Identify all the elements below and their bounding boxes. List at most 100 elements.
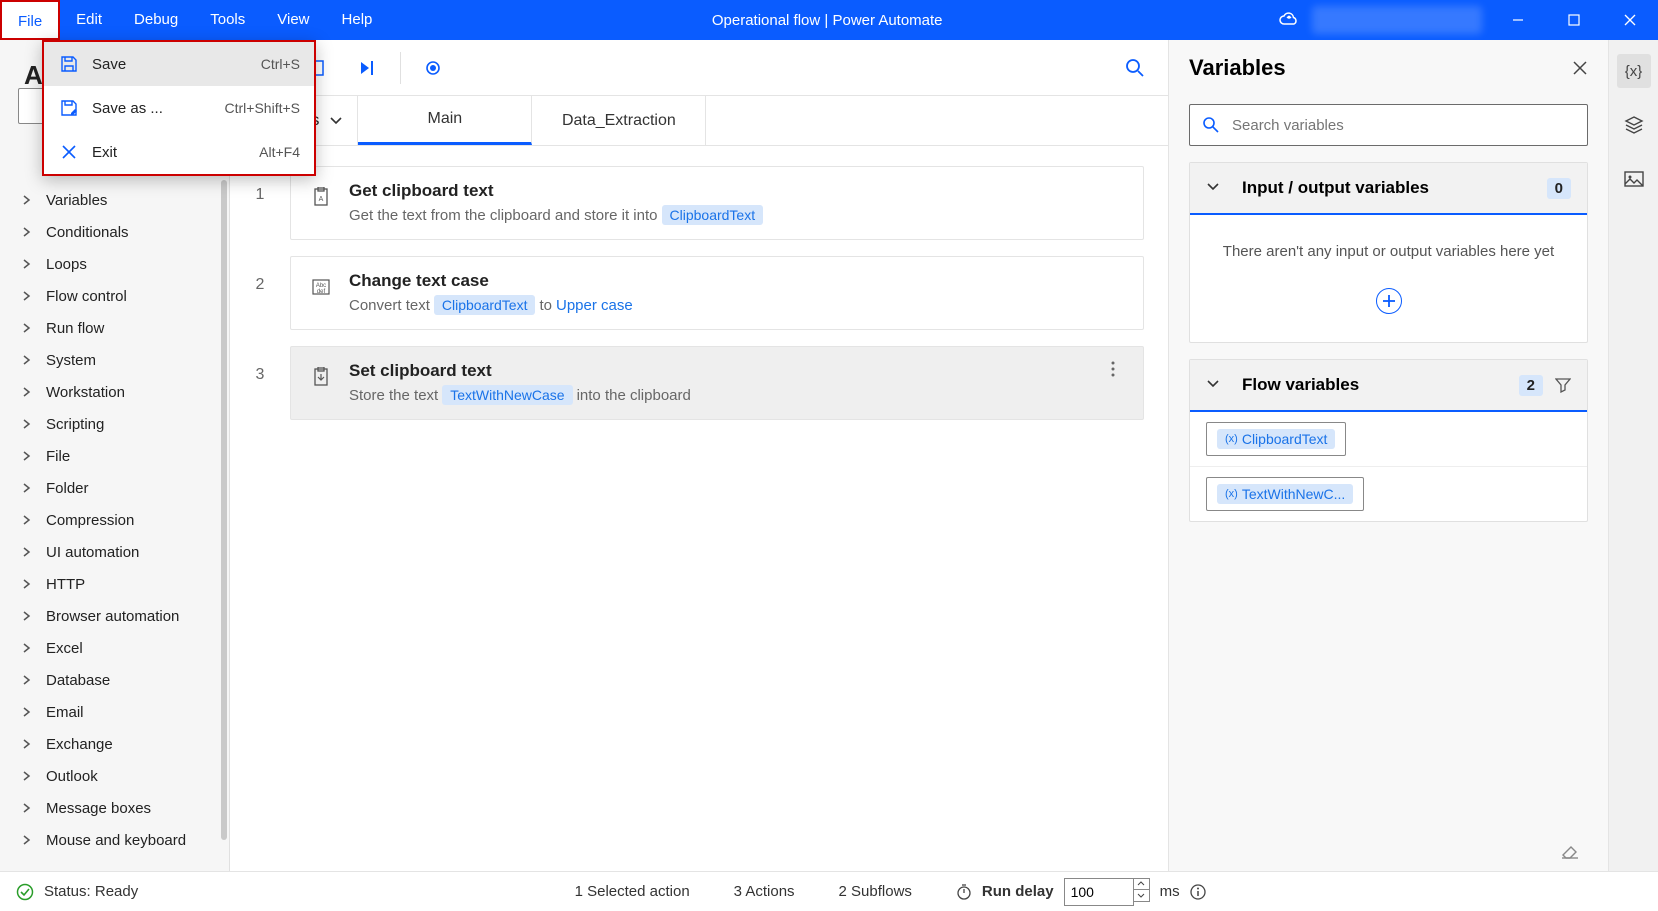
eraser-icon[interactable] [1560, 842, 1580, 860]
step-card[interactable]: Abcdef Change text case Convert text Cli… [290, 256, 1144, 330]
variables-search-input[interactable] [1232, 117, 1575, 134]
chevron-down-icon [1206, 180, 1222, 196]
tree-item[interactable]: Workstation [0, 376, 229, 408]
tree-item[interactable]: Outlook [0, 760, 229, 792]
tree-item[interactable]: Compression [0, 504, 229, 536]
chevron-right-icon [22, 771, 32, 781]
tree-item[interactable]: Flow control [0, 280, 229, 312]
chevron-right-icon [22, 579, 32, 589]
app-title: Operational flow | Power Automate [388, 12, 1266, 29]
chevron-down-icon [329, 114, 343, 128]
maximize-button[interactable] [1546, 0, 1602, 40]
tree-item[interactable]: Browser automation [0, 600, 229, 632]
menu-item-shortcut: Ctrl+S [261, 56, 300, 72]
menu-item-shortcut: Ctrl+Shift+S [225, 100, 300, 116]
run-delay-label: Run delay [982, 883, 1054, 900]
right-rail: {x} [1608, 40, 1658, 871]
io-section-header[interactable]: Input / output variables 0 [1190, 163, 1587, 215]
variable-chip[interactable]: ClipboardText [662, 205, 764, 225]
file-menu-save-as[interactable]: Save as ... Ctrl+Shift+S [44, 86, 314, 130]
tree-item[interactable]: Loops [0, 248, 229, 280]
chevron-right-icon [22, 323, 32, 333]
tree-item[interactable]: File [0, 440, 229, 472]
chevron-right-icon [22, 387, 32, 397]
tree-item[interactable]: UI automation [0, 536, 229, 568]
scrollbar-thumb[interactable] [221, 180, 227, 840]
tree-item[interactable]: Folder [0, 472, 229, 504]
delay-spinner[interactable] [1134, 878, 1150, 902]
step-card-selected[interactable]: Set clipboard text Store the text TextWi… [290, 346, 1144, 420]
filter-icon[interactable] [1555, 377, 1571, 393]
link-text[interactable]: Upper case [556, 297, 633, 314]
images-rail-button[interactable] [1617, 162, 1651, 196]
file-menu-save[interactable]: Save Ctrl+S [44, 42, 314, 86]
menu-item-label: Save [92, 56, 126, 73]
close-icon [58, 141, 80, 163]
tree-item[interactable]: Message boxes [0, 792, 229, 824]
clipboard-set-icon [309, 365, 333, 389]
status-selected: 1 Selected action [575, 883, 690, 900]
tree-item[interactable]: Database [0, 664, 229, 696]
step-title: Set clipboard text [349, 361, 1091, 381]
info-icon[interactable] [1190, 884, 1206, 900]
account-label-blurred [1312, 6, 1482, 34]
tab-data-extraction[interactable]: Data_Extraction [532, 96, 706, 145]
menu-item-label: Exit [92, 144, 117, 161]
chevron-down-icon [1206, 377, 1222, 393]
tree-item[interactable]: Exchange [0, 728, 229, 760]
flow-variable[interactable]: (x)TextWithNewC... [1206, 477, 1364, 511]
tree-item[interactable]: Conditionals [0, 216, 229, 248]
chevron-right-icon [22, 291, 32, 301]
chevron-right-icon [22, 451, 32, 461]
run-delay-input[interactable] [1064, 878, 1134, 906]
menu-help[interactable]: Help [326, 0, 389, 40]
step-card[interactable]: A Get clipboard text Get the text from t… [290, 166, 1144, 240]
search-button[interactable] [1114, 47, 1156, 89]
step-desc: Store the text TextWithNewCase into the … [349, 385, 1091, 405]
chevron-right-icon [22, 611, 32, 621]
close-panel-button[interactable] [1572, 60, 1588, 76]
variable-chip[interactable]: ClipboardText [434, 295, 536, 315]
flow-variables-section: Flow variables 2 (x)ClipboardText (x)Tex… [1189, 359, 1588, 522]
tree-item[interactable]: Mouse and keyboard [0, 824, 229, 856]
statusbar: Status: Ready 1 Selected action 3 Action… [0, 871, 1658, 911]
close-button[interactable] [1602, 0, 1658, 40]
chevron-right-icon [22, 547, 32, 557]
tree-item[interactable]: Email [0, 696, 229, 728]
tree-item[interactable]: Excel [0, 632, 229, 664]
step-more-button[interactable] [1101, 361, 1125, 377]
search-icon [1202, 116, 1220, 134]
flow-variable[interactable]: (x)ClipboardText [1206, 422, 1346, 456]
menu-item-shortcut: Alt+F4 [259, 144, 300, 160]
menu-file[interactable]: File [0, 0, 60, 40]
menu-tools[interactable]: Tools [194, 0, 261, 40]
tree-item[interactable]: Run flow [0, 312, 229, 344]
chevron-right-icon [22, 707, 32, 717]
tree-item[interactable]: Scripting [0, 408, 229, 440]
step-button[interactable] [350, 50, 386, 86]
status-ok-icon [16, 883, 34, 901]
actions-tree: VariablesConditionalsLoopsFlow controlRu… [0, 134, 229, 856]
variables-search[interactable] [1189, 104, 1588, 146]
menu-view[interactable]: View [261, 0, 325, 40]
tree-item[interactable]: HTTP [0, 568, 229, 600]
menu-edit[interactable]: Edit [60, 0, 118, 40]
variable-chip[interactable]: TextWithNewCase [442, 385, 572, 405]
minimize-button[interactable] [1490, 0, 1546, 40]
record-button[interactable] [415, 50, 451, 86]
chevron-right-icon [22, 195, 32, 205]
io-variables-section: Input / output variables 0 There aren't … [1189, 162, 1588, 343]
variables-title: Variables [1189, 55, 1286, 81]
tab-main[interactable]: Main [358, 96, 532, 145]
flow-section-header[interactable]: Flow variables 2 [1190, 360, 1587, 412]
file-menu-exit[interactable]: Exit Alt+F4 [44, 130, 314, 174]
add-variable-button[interactable] [1376, 288, 1402, 314]
tree-item[interactable]: Variables [0, 184, 229, 216]
chevron-right-icon [22, 355, 32, 365]
layers-rail-button[interactable] [1617, 108, 1651, 142]
variables-pane: Variables Input / output variables 0 The… [1168, 40, 1608, 871]
menu-debug[interactable]: Debug [118, 0, 194, 40]
variables-rail-button[interactable]: {x} [1617, 54, 1651, 88]
tree-item[interactable]: System [0, 344, 229, 376]
empty-message: There aren't any input or output variabl… [1210, 243, 1567, 260]
